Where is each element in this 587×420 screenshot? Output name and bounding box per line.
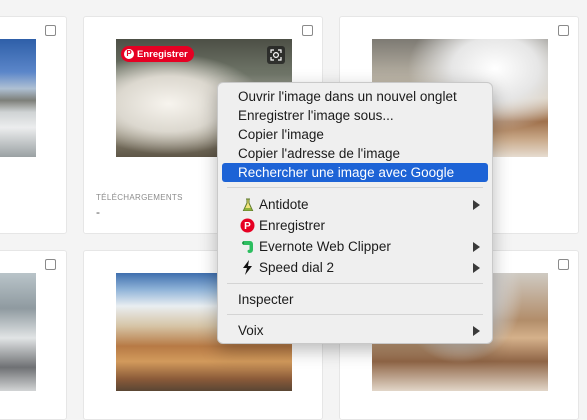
- menu-item-antidote[interactable]: Antidote: [222, 195, 488, 214]
- menu-item-label: Evernote Web Clipper: [259, 239, 391, 254]
- menu-item-open-image-new-tab[interactable]: Ouvrir l'image dans un nouvel onglet: [222, 87, 488, 106]
- svg-text:P: P: [244, 221, 251, 232]
- menu-separator: [227, 187, 483, 188]
- menu-item-label: Inspecter: [238, 292, 294, 307]
- select-checkbox[interactable]: [302, 25, 313, 36]
- card-thumbnail[interactable]: [0, 39, 36, 157]
- submenu-arrow-icon: [473, 242, 480, 252]
- menu-item-copy-image-address[interactable]: Copier l'adresse de l'image: [222, 144, 488, 163]
- submenu-arrow-icon: [473, 326, 480, 336]
- menu-item-label: Enregistrer l'image sous...: [238, 108, 394, 123]
- menu-item-save-image-as[interactable]: Enregistrer l'image sous...: [222, 106, 488, 125]
- menu-item-inspect[interactable]: Inspecter: [222, 290, 488, 309]
- image-card-1[interactable]: [0, 16, 67, 234]
- menu-item-label: Ouvrir l'image dans un nouvel onglet: [238, 89, 457, 104]
- menu-item-evernote[interactable]: Evernote Web Clipper: [222, 237, 488, 256]
- visual-search-icon[interactable]: [267, 46, 285, 64]
- card-thumbnail[interactable]: [0, 273, 36, 391]
- menu-item-search-google[interactable]: Rechercher une image avec Google: [222, 163, 488, 182]
- evernote-icon: [240, 239, 255, 254]
- menu-item-label: Voix: [238, 323, 264, 338]
- lightning-icon: [240, 260, 255, 275]
- submenu-arrow-icon: [473, 263, 480, 273]
- context-menu: Ouvrir l'image dans un nouvel onglet Enr…: [217, 82, 493, 344]
- downloads-value: -: [96, 205, 100, 219]
- image-card-4[interactable]: [0, 250, 67, 420]
- menu-item-voice[interactable]: Voix: [222, 321, 488, 340]
- menu-item-speed-dial[interactable]: Speed dial 2: [222, 258, 488, 277]
- menu-item-label: Copier l'image: [238, 127, 324, 142]
- pinterest-save-button[interactable]: P Enregistrer: [121, 46, 194, 62]
- select-checkbox[interactable]: [45, 25, 56, 36]
- downloads-label: TÉLÉCHARGEMENTS: [96, 193, 183, 202]
- pinterest-save-label: Enregistrer: [137, 48, 188, 60]
- menu-item-label: Rechercher une image avec Google: [238, 165, 455, 180]
- select-checkbox[interactable]: [558, 25, 569, 36]
- menu-separator: [227, 314, 483, 315]
- menu-item-label: Antidote: [259, 197, 309, 212]
- menu-item-label: Copier l'adresse de l'image: [238, 146, 400, 161]
- select-checkbox[interactable]: [558, 259, 569, 270]
- submenu-arrow-icon: [473, 200, 480, 210]
- menu-item-pinterest-save[interactable]: P Enregistrer: [222, 216, 488, 235]
- flask-icon: [240, 197, 255, 212]
- menu-item-label: Speed dial 2: [259, 260, 335, 275]
- select-checkbox[interactable]: [45, 259, 56, 270]
- menu-item-label: Enregistrer: [259, 218, 326, 233]
- pinterest-icon: P: [240, 218, 255, 233]
- menu-separator: [227, 283, 483, 284]
- pinterest-icon: P: [124, 49, 134, 59]
- menu-item-copy-image[interactable]: Copier l'image: [222, 125, 488, 144]
